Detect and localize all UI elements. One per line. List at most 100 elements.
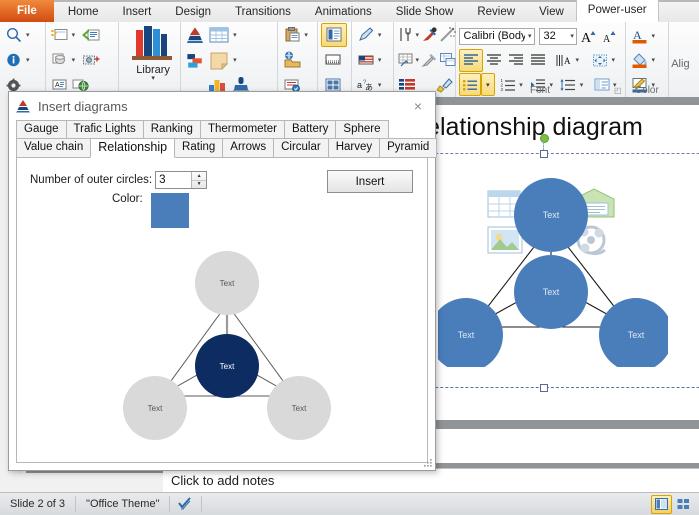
decrease-font-size-icon[interactable]: A bbox=[601, 25, 622, 47]
font-color-dropdown-arrow[interactable]: ▾ bbox=[652, 32, 659, 40]
relationship-diagram[interactable]: Text Text Text Text bbox=[438, 167, 668, 367]
ribbon-tab-review[interactable]: Review bbox=[465, 1, 527, 22]
dialog-tab-arrows[interactable]: Arrows bbox=[222, 138, 275, 158]
text-placeholder-icon[interactable] bbox=[321, 22, 348, 47]
painter-dropdown-arrow[interactable]: ▾ bbox=[378, 31, 385, 39]
stepper-down-icon[interactable]: ▼ bbox=[192, 181, 206, 189]
dialog-tab-gauge[interactable]: Gauge bbox=[16, 120, 67, 138]
fill-color-icon[interactable] bbox=[629, 49, 651, 71]
dialog-tab-battery[interactable]: Battery bbox=[283, 120, 337, 138]
screenshot-icon[interactable] bbox=[81, 49, 103, 71]
ribbon-tab-animations[interactable]: Animations bbox=[303, 1, 384, 22]
resize-shape-dropdown-arrow[interactable]: ▾ bbox=[612, 56, 619, 64]
duplicate-dropdown-arrow[interactable]: ▾ bbox=[72, 56, 79, 64]
dialog-tab-harvey[interactable]: Harvey bbox=[327, 138, 381, 158]
flag-icon[interactable] bbox=[355, 49, 377, 71]
table-dropdown-arrow[interactable]: ▾ bbox=[233, 31, 240, 39]
library-button[interactable]: Library ▾ bbox=[122, 22, 184, 90]
paste-dropdown-arrow[interactable]: ▾ bbox=[304, 31, 311, 39]
tools-icon[interactable] bbox=[397, 24, 415, 46]
slide-indicator[interactable]: Slide 2 of 3 bbox=[0, 496, 77, 512]
text-direction-dropdown-arrow[interactable]: ▾ bbox=[576, 56, 583, 64]
stepper-buttons[interactable]: ▲ ▼ bbox=[191, 172, 207, 189]
process-blocks-icon[interactable] bbox=[184, 49, 206, 71]
align-right-icon[interactable] bbox=[505, 49, 527, 71]
ribbon-tab-slide-show[interactable]: Slide Show bbox=[384, 1, 466, 22]
stepper-up-icon[interactable]: ▲ bbox=[192, 172, 207, 181]
info-dropdown-arrow[interactable]: ▾ bbox=[26, 56, 33, 64]
new-slide-dropdown-arrow[interactable]: ▾ bbox=[72, 31, 79, 39]
eyedropper-gray-icon[interactable] bbox=[421, 49, 439, 71]
dotted-box-icon[interactable] bbox=[321, 49, 345, 71]
dialog-title-bar[interactable]: Insert diagrams × bbox=[9, 92, 435, 120]
font-color-icon[interactable]: A bbox=[629, 25, 651, 47]
outer-circles-stepper[interactable]: 3 ▲ ▼ bbox=[155, 171, 208, 189]
font-dialog-launcher[interactable]: ◰ bbox=[614, 86, 622, 95]
text-direction-icon[interactable]: A bbox=[553, 49, 575, 71]
table-grid-icon[interactable] bbox=[206, 24, 232, 46]
spellcheck-button[interactable]: a bbox=[170, 496, 203, 512]
resize-shape-icon[interactable] bbox=[589, 49, 611, 71]
theme-name[interactable]: "Office Theme" bbox=[76, 496, 171, 512]
justify-icon[interactable] bbox=[527, 49, 549, 71]
slide-sorter-button[interactable] bbox=[674, 496, 693, 513]
font-size-combo[interactable]: 32 ▾ bbox=[538, 27, 577, 45]
tools-dropdown-arrow[interactable]: ▾ bbox=[416, 31, 420, 39]
font-name-combo[interactable]: Calibri (Body) ▾ bbox=[458, 27, 535, 45]
ribbon-tab-home[interactable]: Home bbox=[56, 1, 111, 22]
dialog-resize-grip[interactable] bbox=[423, 458, 433, 468]
close-icon[interactable]: × bbox=[409, 98, 427, 114]
new-slide-icon[interactable] bbox=[49, 24, 71, 46]
sparkle-wand-icon[interactable] bbox=[439, 24, 457, 46]
ribbon-tab-power-user[interactable]: Power-user bbox=[575, 0, 659, 22]
paint-brush-icon[interactable] bbox=[435, 74, 455, 96]
insert-button[interactable]: Insert bbox=[327, 170, 413, 193]
ribbon-tab-transitions[interactable]: Transitions bbox=[223, 1, 303, 22]
increase-font-size-icon[interactable]: A bbox=[580, 25, 601, 47]
fill-color-dropdown-arrow[interactable]: ▾ bbox=[652, 56, 659, 64]
paste-icon[interactable] bbox=[281, 24, 303, 46]
shape-fill-icon[interactable] bbox=[206, 49, 232, 71]
eyedropper-red-icon[interactable] bbox=[421, 24, 439, 46]
dialog-tab-ranking[interactable]: Ranking bbox=[142, 120, 201, 138]
ribbon-tab-insert[interactable]: Insert bbox=[111, 1, 164, 22]
search-dropdown-arrow[interactable]: ▾ bbox=[26, 31, 33, 39]
language-dropdown-arrow[interactable]: ▾ bbox=[378, 81, 385, 89]
library-dropdown-arrow[interactable]: ▾ bbox=[151, 75, 155, 82]
align-center-icon[interactable] bbox=[483, 49, 505, 71]
dialog-tab-relationship[interactable]: Relationship bbox=[90, 138, 176, 158]
ribbon-tab-file[interactable]: File bbox=[0, 0, 54, 22]
pyramid-icon[interactable] bbox=[184, 24, 206, 46]
rotate-handle[interactable] bbox=[540, 134, 549, 143]
font-size-dropdown-arrow[interactable]: ▾ bbox=[567, 32, 574, 40]
dialog-tab-pyramid[interactable]: Pyramid bbox=[379, 138, 438, 158]
slides-copy-icon[interactable] bbox=[439, 49, 457, 71]
format-painter-icon[interactable] bbox=[355, 24, 377, 46]
insert-diagrams-dialog[interactable]: Insert diagrams × Gauge Trafic Lights Ra… bbox=[8, 91, 438, 471]
dialog-tab-thermometer[interactable]: Thermometer bbox=[199, 120, 285, 138]
dialog-tab-rating[interactable]: Rating bbox=[174, 138, 224, 158]
slide-canvas[interactable]: Relationship diagram Text Text Text Text bbox=[430, 105, 699, 420]
flag-dropdown-arrow[interactable]: ▾ bbox=[378, 56, 385, 64]
dialog-tab-trafic-lights[interactable]: Trafic Lights bbox=[65, 120, 144, 138]
color-swatch[interactable] bbox=[150, 193, 189, 228]
normal-view-button[interactable] bbox=[651, 494, 672, 514]
chart-tools-dropdown-arrow[interactable]: ▾ bbox=[416, 56, 420, 64]
chart-tools-icon[interactable] bbox=[397, 49, 415, 71]
align-left-icon[interactable] bbox=[458, 48, 483, 72]
dialog-tab-circular[interactable]: Circular bbox=[273, 138, 329, 158]
open-web-icon[interactable] bbox=[281, 49, 303, 71]
duplicate-slide-icon[interactable] bbox=[49, 49, 71, 71]
export-slide-icon[interactable] bbox=[81, 24, 103, 46]
shape-dropdown-arrow[interactable]: ▾ bbox=[233, 56, 240, 64]
search-icon[interactable] bbox=[3, 24, 25, 46]
dialog-tab-sphere[interactable]: Sphere bbox=[335, 120, 389, 138]
notes-pane[interactable]: Click to add notes bbox=[163, 468, 699, 493]
dialog-tab-value-chain[interactable]: Value chain bbox=[16, 138, 92, 158]
info-icon[interactable] bbox=[3, 49, 25, 71]
outer-circles-value[interactable]: 3 bbox=[156, 174, 191, 186]
ribbon-tab-view[interactable]: View bbox=[527, 1, 576, 22]
ribbon-tab-design[interactable]: Design bbox=[163, 1, 223, 22]
font-name-dropdown-arrow[interactable]: ▾ bbox=[525, 32, 532, 40]
content-bottom-handle[interactable] bbox=[540, 384, 548, 392]
